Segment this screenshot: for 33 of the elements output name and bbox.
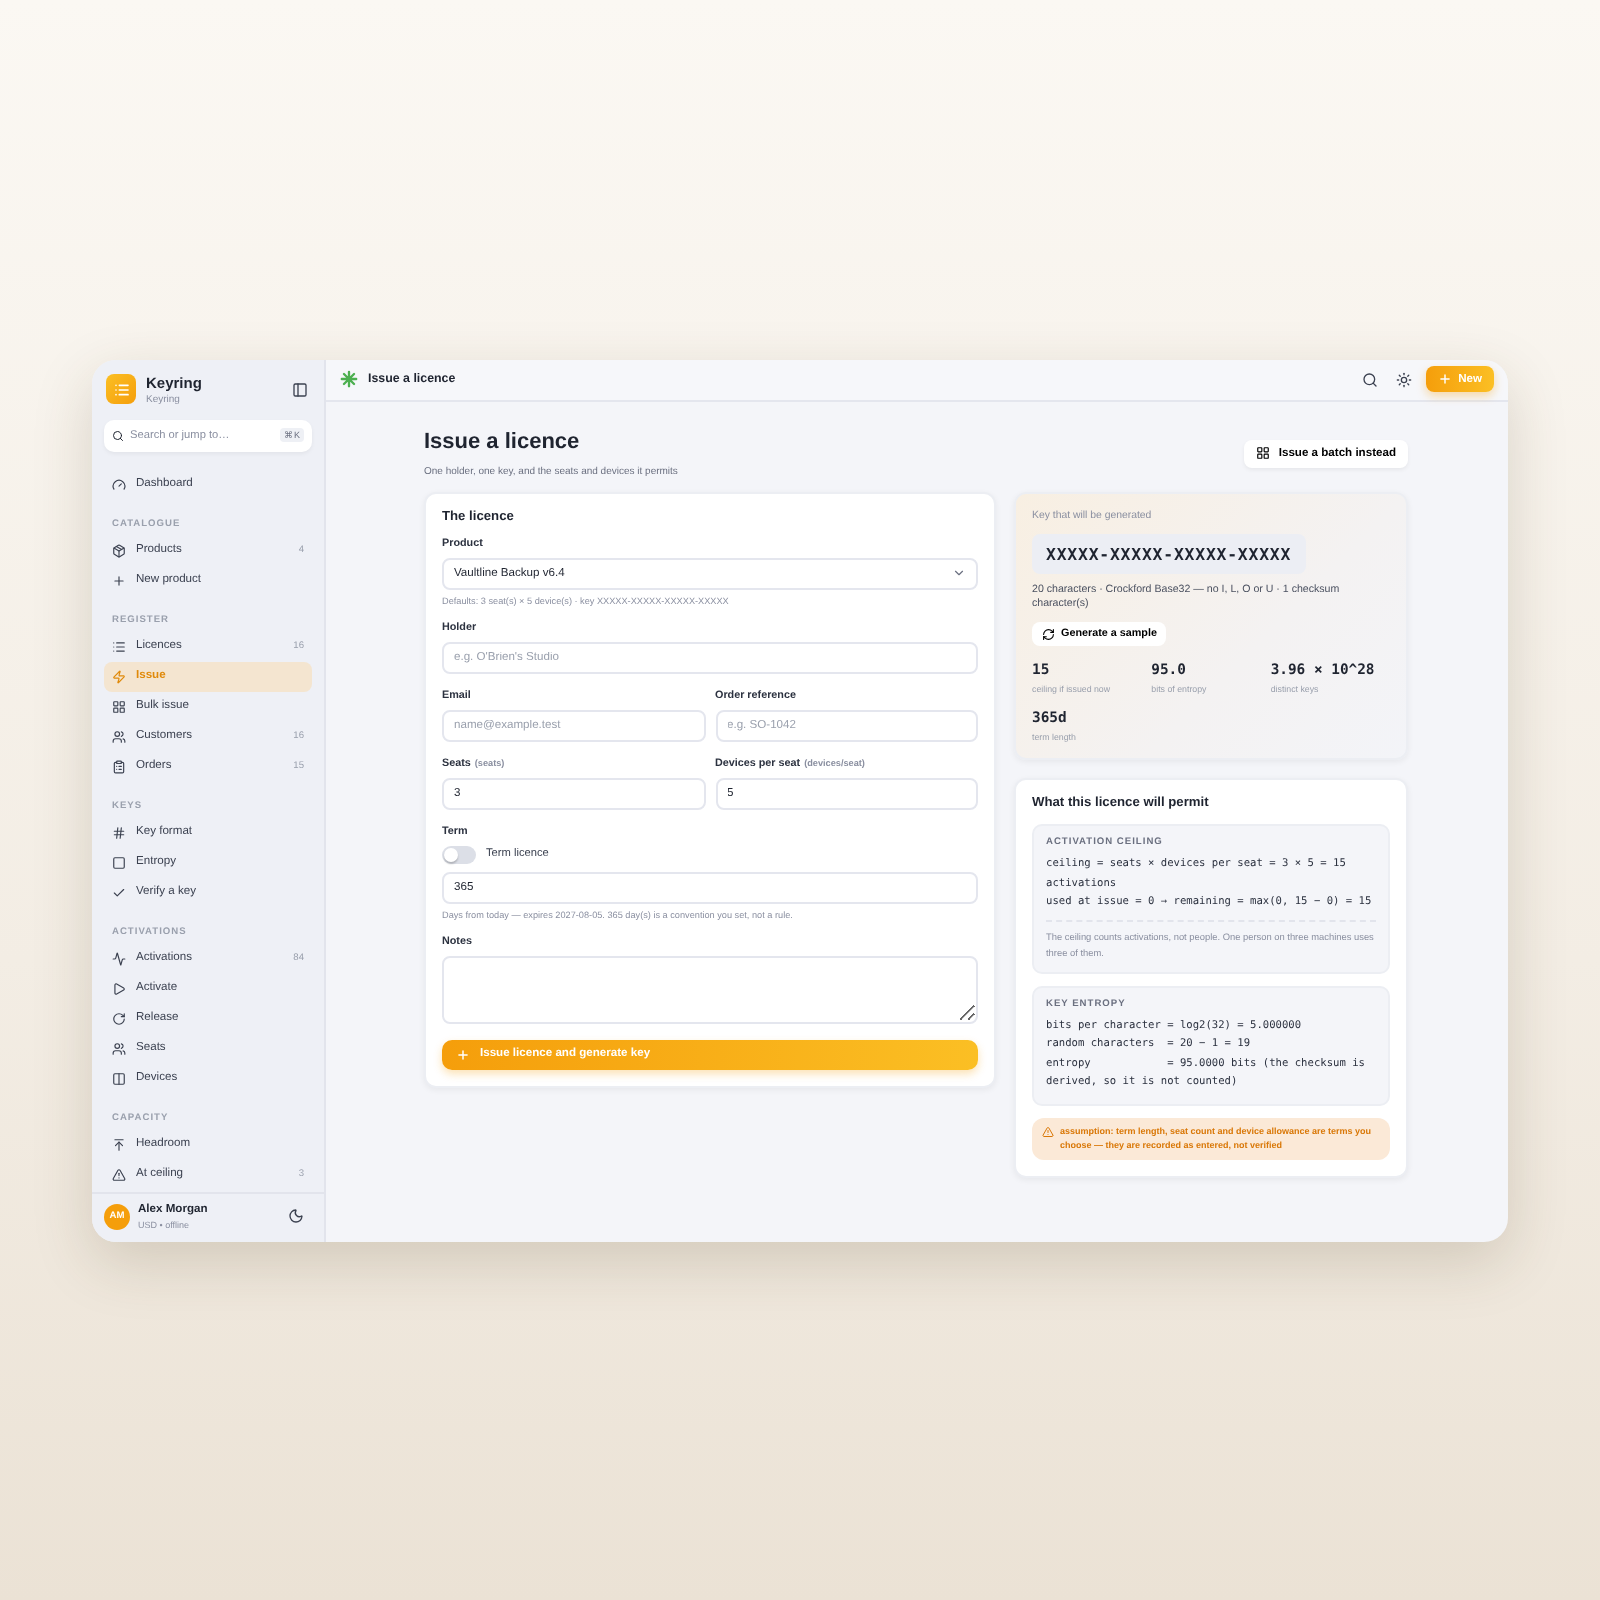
pulse-icon xyxy=(112,951,126,965)
columns-icon xyxy=(112,1071,126,1085)
users-icon xyxy=(112,729,126,743)
rotate-icon xyxy=(112,1011,126,1025)
app-logo xyxy=(106,374,136,404)
sparkle-icon xyxy=(340,370,358,388)
warning-icon xyxy=(1042,1126,1054,1139)
plus-icon xyxy=(456,1047,470,1061)
check-icon xyxy=(112,885,126,899)
chevron-down-icon xyxy=(952,566,966,580)
refresh-icon xyxy=(1042,628,1055,642)
hash-icon xyxy=(112,825,126,839)
page-title: Issue a licence xyxy=(424,429,582,453)
users-icon xyxy=(112,1041,126,1055)
plus-icon xyxy=(112,573,126,587)
play-icon xyxy=(112,981,126,995)
square-icon xyxy=(112,855,126,869)
plus-icon xyxy=(1438,372,1453,386)
warning-icon xyxy=(112,1167,126,1181)
list-icon xyxy=(112,639,126,653)
dark-mode-icon[interactable] xyxy=(284,1204,308,1228)
sidebar-toggle-icon[interactable] xyxy=(288,377,312,401)
key-display: XXXXX-XXXXX-XXXXX-XXXXX xyxy=(1032,533,1306,573)
package-icon xyxy=(112,543,126,557)
search-icon xyxy=(112,429,124,441)
arrow-up-icon xyxy=(112,1137,126,1151)
bolt-icon xyxy=(112,669,126,683)
grid-icon xyxy=(1256,446,1271,460)
grid-icon xyxy=(112,699,126,713)
clipboard-icon xyxy=(112,759,126,773)
notes-field[interactable] xyxy=(442,955,978,1023)
toggle-switch[interactable] xyxy=(442,845,476,863)
gauge-icon xyxy=(112,477,126,491)
